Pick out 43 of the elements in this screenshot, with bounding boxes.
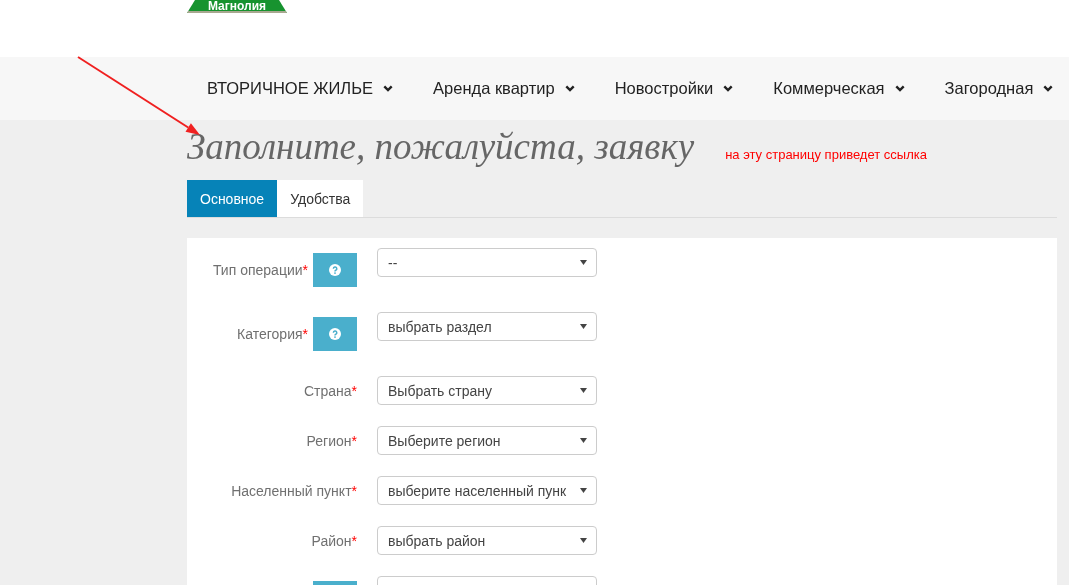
select-field[interactable]: Выбрать страну <box>377 376 597 405</box>
field-label: Район <box>311 532 352 549</box>
nav-menu-item[interactable]: Коммерческая <box>753 79 925 98</box>
required-mark: * <box>351 432 357 449</box>
nav-menu-item[interactable]: Загородная <box>924 79 1058 98</box>
caret-icon <box>580 538 587 543</box>
chevron-down-icon <box>894 85 905 92</box>
question-icon <box>329 328 341 340</box>
chevron-down-icon <box>723 85 734 92</box>
question-icon <box>329 264 341 276</box>
field-label: Населенный пункт <box>231 482 352 499</box>
chevron-down-icon <box>383 85 394 92</box>
tab[interactable]: Основное <box>187 180 278 217</box>
nav-menu-item[interactable]: Аренда квартир <box>413 79 595 98</box>
page-title: Заполните, пожалуйста, заявку <box>187 125 695 169</box>
caret-icon <box>580 488 587 493</box>
field-label: Тип операции <box>212 261 303 278</box>
caret-icon <box>580 438 587 443</box>
caret-icon <box>580 388 587 393</box>
required-mark: * <box>351 382 357 399</box>
select-field[interactable]: выберите населенный пунк <box>377 476 597 505</box>
nav-menu-item[interactable]: Новостройки <box>594 79 754 98</box>
logo[interactable]: Магнолия <box>187 0 287 13</box>
field-label: Категория <box>237 325 303 342</box>
tab[interactable]: Удобства <box>277 180 364 217</box>
required-mark: * <box>351 532 357 549</box>
select-field[interactable]: выбрать раздел <box>377 312 597 341</box>
required-mark: * <box>302 261 308 278</box>
help-button[interactable] <box>313 253 357 287</box>
select-field[interactable]: Выберите регион <box>377 426 597 455</box>
required-mark: * <box>302 325 308 342</box>
help-button[interactable] <box>313 317 357 351</box>
caret-icon <box>580 324 587 329</box>
select-field[interactable]: выбрать район <box>377 526 597 555</box>
field-label: Страна <box>303 382 352 399</box>
chevron-down-icon <box>564 85 575 92</box>
required-mark: * <box>351 482 357 499</box>
annotation-note: на эту страницу приведет ссылка <box>725 147 927 162</box>
caret-icon <box>580 260 587 265</box>
field-label: Регион <box>306 432 352 449</box>
select-field[interactable]: -- <box>377 248 597 277</box>
nav-menu-item[interactable]: ВТОРИЧНОЕ ЖИЛЬЕ <box>187 79 414 98</box>
chevron-down-icon <box>1043 85 1054 92</box>
